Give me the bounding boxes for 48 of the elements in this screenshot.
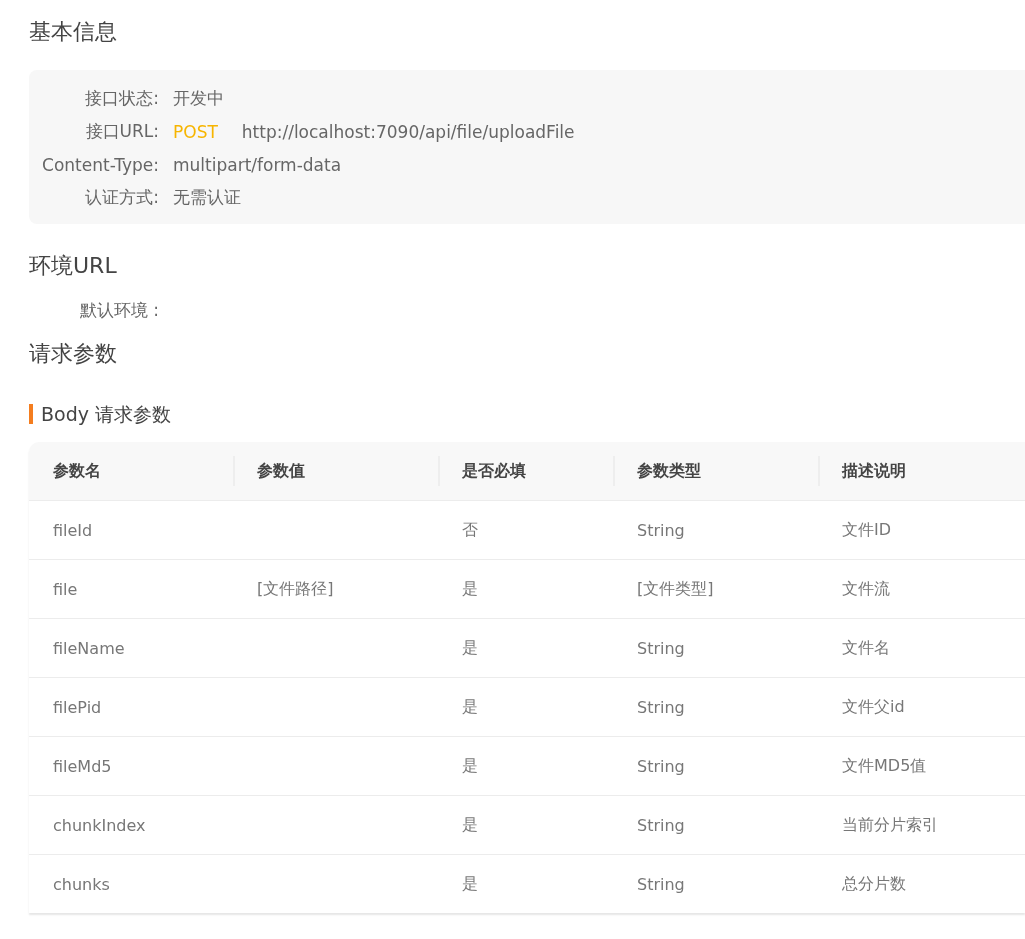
field-label: Content-Type: — [41, 154, 160, 175]
table-cell-text: String — [636, 815, 686, 835]
field-label: 默认环境 : — [78, 298, 160, 322]
section-title: 请求参数 — [29, 340, 118, 368]
field-value: http://localhost:7090/api/file/uploadFile — [241, 121, 575, 142]
table-cell-text: 文件名 — [841, 637, 891, 659]
table-cell-text: [文件类型] — [636, 578, 715, 600]
table-cell-text: 文件ID — [841, 519, 893, 541]
table-cell-text: 文件MD5值 — [841, 755, 928, 777]
table-cell-text: 总分片数 — [841, 873, 907, 895]
table-cell-text: fileId — [52, 520, 94, 540]
table-cell-text: 是 — [461, 873, 479, 895]
column-header: 描述说明 — [818, 456, 1025, 486]
section-title: 基本信息 — [29, 18, 118, 46]
table-cell-text: 是 — [461, 578, 479, 600]
table-cell-text: 是 — [461, 637, 479, 659]
table-cell-text: String — [636, 756, 686, 776]
field-value: 开发中 — [173, 87, 224, 110]
table-cell-text: file — [52, 579, 79, 599]
column-header: 参数值 — [233, 456, 438, 486]
table-cell-text: String — [636, 638, 686, 658]
table-cell-text: 是 — [461, 696, 479, 718]
subsection-title: Body 请求参数 — [29, 404, 1025, 424]
section-title: 环境URL — [29, 252, 118, 280]
table-cell-text: 文件流 — [841, 578, 891, 600]
field-label: 接口状态: — [84, 87, 160, 110]
table-cell-text: [文件路径] — [256, 578, 335, 600]
column-header: 参数类型 — [613, 456, 818, 486]
field-label: 接口URL: — [84, 120, 160, 143]
table-cell-text: fileMd5 — [52, 756, 113, 776]
table-cell-text: 当前分片索引 — [841, 814, 939, 836]
table-cell-text: fileName — [52, 638, 126, 658]
field-label: 认证方式: — [84, 186, 160, 209]
field-value: multipart/form-data — [173, 154, 342, 175]
table-cell-text: chunks — [52, 874, 111, 894]
table-cell-text: String — [636, 520, 686, 540]
field-value: 无需认证 — [173, 186, 241, 209]
table-cell-text: 否 — [461, 519, 479, 541]
table-cell-text: 是 — [461, 814, 479, 836]
table-cell-text: filePid — [52, 697, 103, 717]
table-cell-text: chunkIndex — [52, 815, 147, 835]
http-method: POST — [173, 121, 218, 142]
table-cell-text: 文件父id — [841, 696, 906, 718]
table-cell-text: 是 — [461, 755, 479, 777]
table-cell-text: String — [636, 697, 686, 717]
column-header: 参数名 — [52, 459, 102, 482]
table-cell-text: String — [636, 874, 686, 894]
column-header: 是否必填 — [438, 456, 613, 486]
